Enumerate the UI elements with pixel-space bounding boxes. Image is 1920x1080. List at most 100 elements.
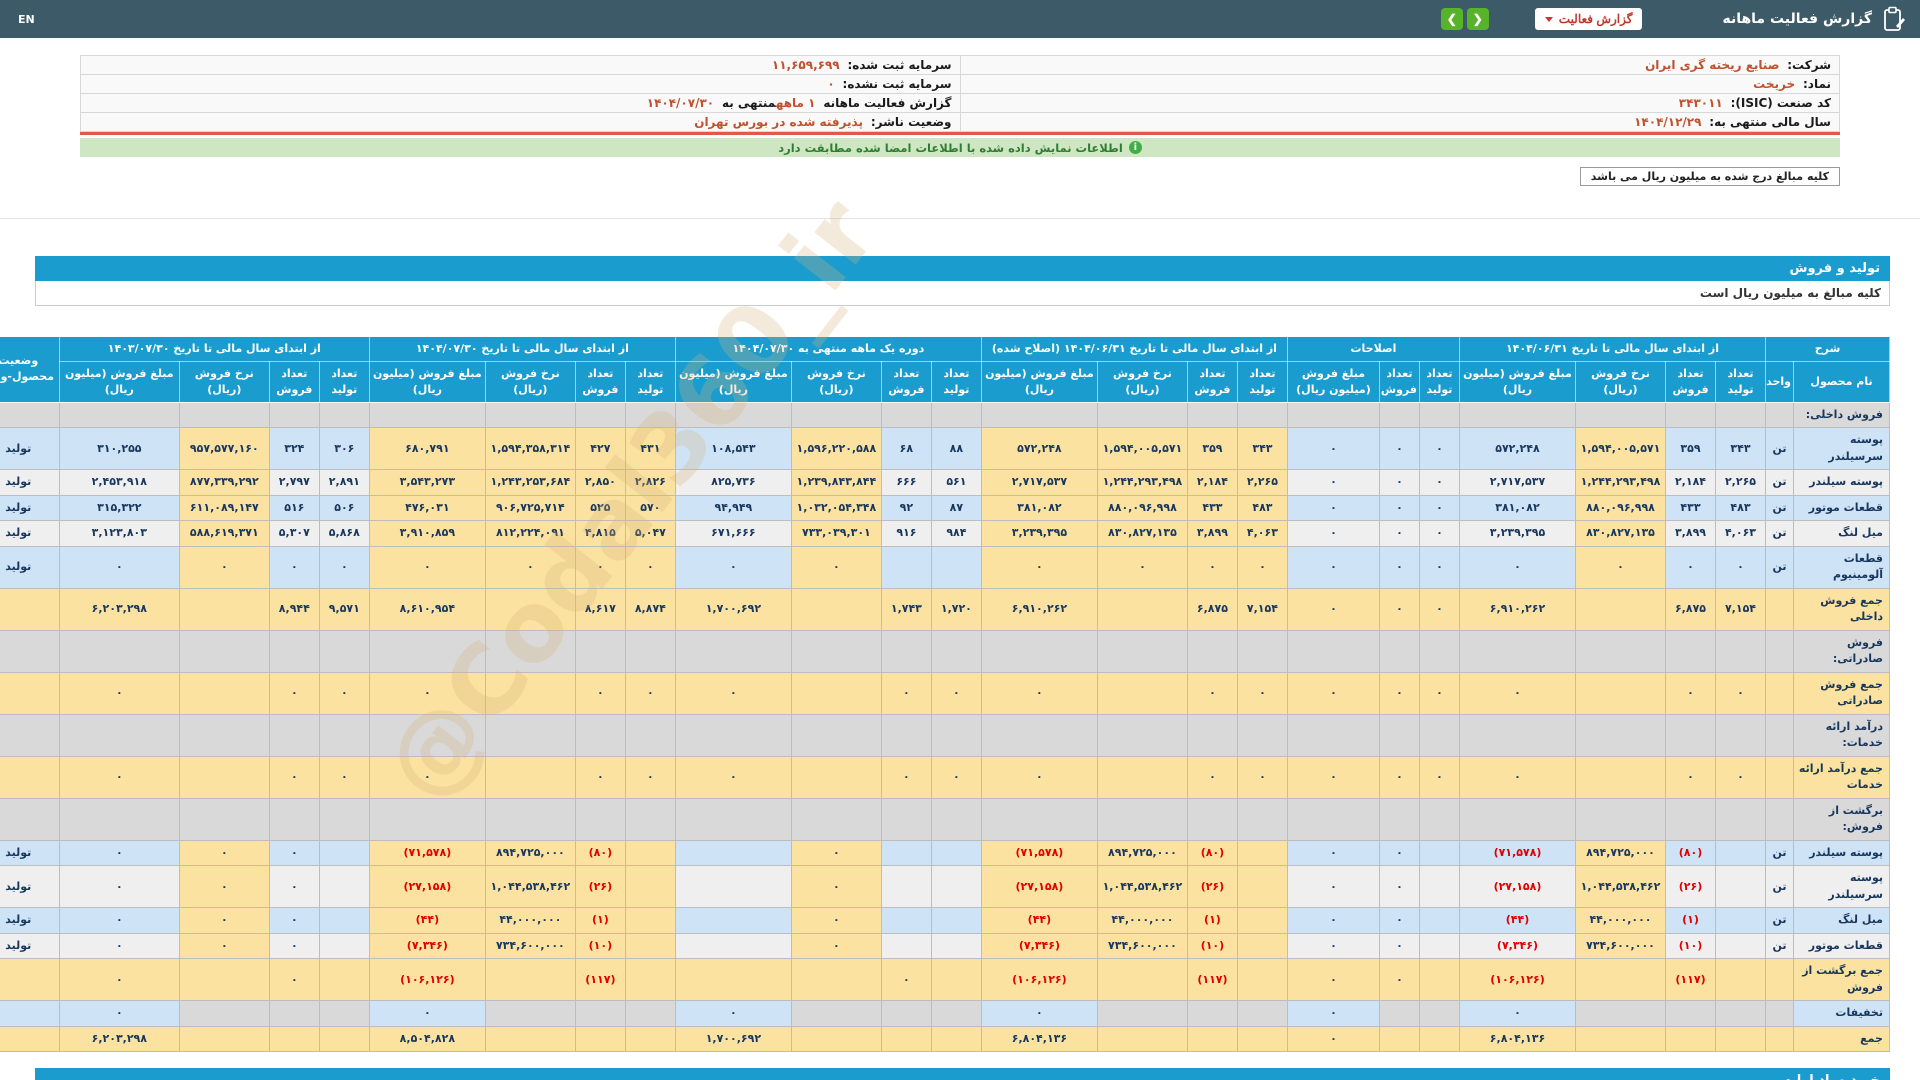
table-cell: ۰ — [1379, 428, 1419, 470]
table-cell — [1766, 630, 1794, 672]
table-cell: ۰ — [1287, 672, 1379, 714]
table-cell: تولید — [0, 495, 59, 521]
table-cell — [1716, 933, 1766, 959]
table-cell: ۶,۹۱۰,۲۶۲ — [1459, 588, 1575, 630]
table-cell — [1766, 714, 1794, 756]
table-cell — [1237, 630, 1287, 672]
table-cell: ۰ — [1287, 756, 1379, 798]
table-cell — [931, 959, 981, 1001]
nav-forward-button[interactable]: ❯ — [1467, 8, 1489, 30]
table-cell: ۳۸۱,۰۸۲ — [1459, 495, 1575, 521]
table-cell — [625, 1026, 675, 1052]
col-header: نرخ فروش (ریال) — [1576, 361, 1666, 402]
table-cell: ۰ — [269, 959, 319, 1001]
group-header: از ابتدای سال مالی تا تاریخ ۱۴۰۴/۰۷/۳۰ — [369, 337, 675, 362]
table-cell — [0, 402, 59, 428]
table-cell: ۴۳۳ — [1187, 495, 1237, 521]
table-cell: ۴۲۷ — [575, 428, 625, 470]
table-cell: ۵,۰۴۷ — [625, 521, 675, 547]
table-cell — [1287, 630, 1379, 672]
table-cell — [269, 630, 319, 672]
table-cell: ۴۴,۰۰۰,۰۰۰ — [1097, 908, 1187, 934]
table-cell — [1287, 798, 1379, 840]
table-cell: ۰ — [319, 672, 369, 714]
row-label: قطعات آلومینیوم — [1794, 546, 1890, 588]
table-cell: ۴۳۱ — [625, 428, 675, 470]
fiscal-year-value: ۱۴۰۴/۱۲/۲۹ — [1634, 115, 1705, 129]
table-cell — [1766, 402, 1794, 428]
nav-back-button[interactable]: ❮ — [1441, 8, 1463, 30]
table-cell: ۰ — [319, 546, 369, 588]
table-cell — [179, 959, 269, 1001]
table-cell: ۰ — [1379, 908, 1419, 934]
info-row: سال مالی منتهی به: ۱۴۰۴/۱۲/۲۹ وضعیت ناشر… — [81, 113, 1840, 132]
table-cell — [1187, 1001, 1237, 1027]
table-cell — [791, 959, 881, 1001]
table-cell: ۰ — [59, 959, 179, 1001]
table-cell: ۰ — [1379, 588, 1419, 630]
table-cell: (۴۴) — [981, 908, 1097, 934]
table-cell: ۰ — [179, 546, 269, 588]
table-cell — [1716, 959, 1766, 1001]
table-cell — [625, 798, 675, 840]
table-cell: ۰ — [1379, 866, 1419, 908]
table-cell: (۱) — [1666, 908, 1716, 934]
table-cell: ۲,۸۵۰ — [575, 470, 625, 496]
table-cell — [1716, 714, 1766, 756]
table-cell: ۳۱۵,۳۲۲ — [59, 495, 179, 521]
table-cell: ۷۳۴,۶۰۰,۰۰۰ — [485, 933, 575, 959]
raw-materials-header: خرید مواد اولیه — [35, 1068, 1890, 1080]
table-cell: ۰ — [59, 546, 179, 588]
table-cell — [575, 798, 625, 840]
language-toggle-en[interactable]: EN — [18, 13, 35, 26]
period-end-date: ۱۴۰۴/۰۷/۳۰ — [647, 96, 718, 110]
group-header: از ابتدای سال مالی تا تاریخ ۱۴۰۳/۰۷/۳۰ — [59, 337, 369, 362]
table-cell — [1379, 630, 1419, 672]
table-cell — [625, 1001, 675, 1027]
table-cell: ۹۵۷,۵۷۷,۱۶۰ — [179, 428, 269, 470]
table-cell: ۰ — [1666, 672, 1716, 714]
table-cell: ۲,۱۸۴ — [1187, 470, 1237, 496]
table-cell — [625, 402, 675, 428]
table-cell: ۲,۷۹۷ — [269, 470, 319, 496]
table-cell: ۱۰۸,۵۴۳ — [675, 428, 791, 470]
table-cell — [369, 402, 485, 428]
row-label: درآمد ارائه خدمات: — [1794, 714, 1890, 756]
table-cell — [179, 756, 269, 798]
table-cell — [981, 714, 1097, 756]
table-cell: تن — [1766, 470, 1794, 496]
table-cell — [1576, 588, 1666, 630]
table-cell — [1097, 714, 1187, 756]
row-label: جمع — [1794, 1026, 1890, 1052]
table-row: پوسته سیلندرتن(۸۰)۸۹۴,۷۲۵,۰۰۰(۷۱,۵۷۸)۰۰(… — [0, 840, 1890, 866]
table-cell — [1576, 798, 1666, 840]
product-name-header: نام محصول — [1794, 361, 1890, 402]
table-cell: ۱,۲۳۹,۸۴۳,۸۴۴ — [791, 470, 881, 496]
table-cell — [485, 672, 575, 714]
table-cell: ۳۴۳ — [1716, 428, 1766, 470]
table-cell: (۲۶) — [575, 866, 625, 908]
table-cell — [1459, 714, 1575, 756]
table-cell — [1379, 1026, 1419, 1052]
table-cell: ۸,۶۱۰,۹۵۴ — [369, 588, 485, 630]
issuer-status-value: پذیرفته شده در بورس تهران — [694, 115, 867, 129]
report-type-dropdown[interactable]: گزارش فعالیت — [1535, 8, 1643, 30]
table-cell: ۱,۷۲۰ — [931, 588, 981, 630]
table-cell — [1237, 1001, 1287, 1027]
table-cell: ۰ — [1459, 1001, 1575, 1027]
table-cell: ۸۸ — [931, 428, 981, 470]
codal-monthly-report-page: { "topbar": { "title": "گزارش فعالیت ماه… — [0, 0, 1920, 1080]
table-cell: ۲,۷۱۷,۵۳۷ — [1459, 470, 1575, 496]
table-cell: ۳۴۳ — [1237, 428, 1287, 470]
table-cell — [1459, 402, 1575, 428]
row-label: تخفیفات — [1794, 1001, 1890, 1027]
table-cell: ۶۱۱,۰۸۹,۱۴۷ — [179, 495, 269, 521]
table-cell — [485, 798, 575, 840]
table-cell: (۱۰) — [1187, 933, 1237, 959]
table-cell: ۱,۲۴۳,۲۵۳,۶۸۴ — [485, 470, 575, 496]
company-info-section: شرکت: صنایع ریخته گری ایران سرمایه ثبت ش… — [0, 55, 1920, 219]
table-cell: ۰ — [931, 672, 981, 714]
table-cell: تولید — [0, 470, 59, 496]
table-cell — [369, 798, 485, 840]
col-header: تعداد تولید — [1237, 361, 1287, 402]
